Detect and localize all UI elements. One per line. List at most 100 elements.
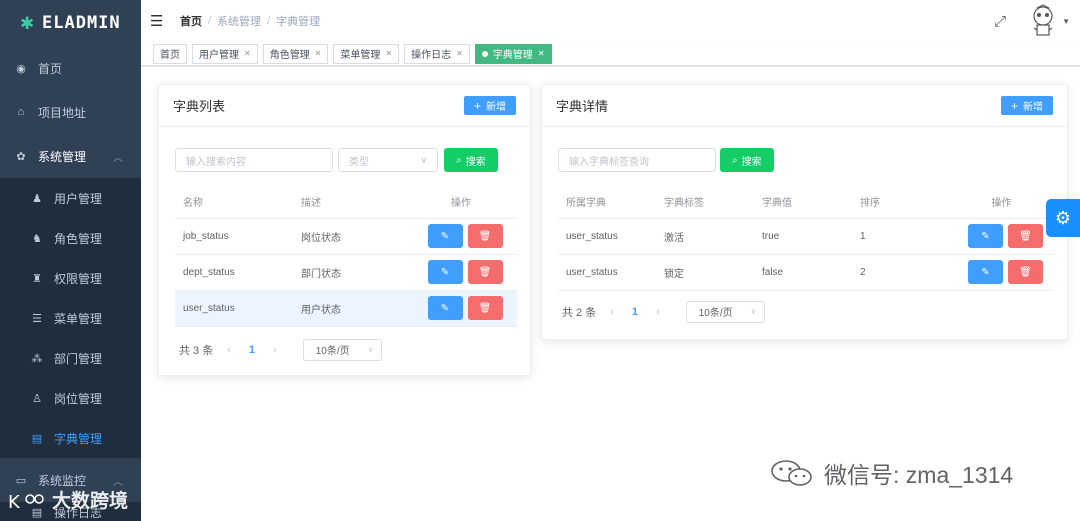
- column-header: 排序: [852, 186, 950, 219]
- settings-button[interactable]: ⚙: [1046, 199, 1080, 237]
- breadcrumb-item[interactable]: 首页: [180, 13, 202, 29]
- add-dict-button[interactable]: + 新增: [463, 96, 516, 115]
- sidebar-item-menus[interactable]: ☰ 菜单管理: [0, 298, 141, 338]
- sidebar-item-system[interactable]: ✿ 系统管理 ︿: [0, 134, 141, 178]
- sidebar-item-home[interactable]: ◉ 首页: [0, 46, 141, 90]
- prev-page-icon[interactable]: ‹: [610, 306, 614, 318]
- search-icon: ⌕: [456, 154, 462, 166]
- table-row[interactable]: user_status 激活 true 1 ✎ 🗑: [558, 218, 1053, 255]
- tag-label: 菜单管理: [340, 50, 381, 61]
- tag-users[interactable]: 用户管理 ✕: [192, 43, 258, 64]
- edit-button[interactable]: ✎: [427, 224, 463, 248]
- next-page-icon[interactable]: ›: [273, 344, 277, 356]
- add-detail-button[interactable]: + 新增: [1000, 96, 1053, 115]
- dict-list-card: 字典列表 + 新增 输入搜索内容 类型 ∨ ⌕ 搜索 名称 描述 操作 job_…: [158, 84, 531, 376]
- search-button[interactable]: ⌕ 搜索: [720, 148, 774, 172]
- type-placeholder: 类型: [349, 156, 369, 168]
- cell-value: true: [754, 218, 852, 255]
- gear-icon: ⚙: [1054, 207, 1072, 228]
- hamburger-icon[interactable]: ☰: [150, 12, 166, 30]
- search-input[interactable]: 输入搜索内容: [175, 148, 333, 172]
- avatar[interactable]: [1028, 4, 1058, 38]
- cell-ops: ✎ 🗑: [405, 218, 517, 255]
- tag-menus[interactable]: 菜单管理 ✕: [333, 43, 400, 64]
- tag-label: 角色管理: [269, 50, 310, 61]
- menu-icon: ☰: [32, 312, 42, 325]
- edit-button[interactable]: ✎: [968, 260, 1003, 284]
- sidebar-item-project[interactable]: ⌂ 项目地址: [0, 90, 141, 134]
- current-page[interactable]: 1: [249, 344, 255, 356]
- close-icon[interactable]: ✕: [244, 49, 251, 58]
- card-header: 字典列表 + 新增: [159, 85, 530, 127]
- cell-label: 激活: [656, 218, 754, 255]
- label-search-input[interactable]: 输入字典标签查询: [558, 148, 716, 172]
- close-icon[interactable]: ✕: [456, 49, 463, 58]
- table-row[interactable]: user_status 锁定 false 2 ✎ 🗑: [558, 254, 1053, 291]
- tag-log[interactable]: 操作日志 ✕: [404, 43, 470, 64]
- tag-home[interactable]: 首页: [153, 43, 187, 64]
- caret-down-icon[interactable]: ▼: [1062, 17, 1070, 26]
- sidebar-item-depts[interactable]: ⁂ 部门管理: [0, 338, 141, 378]
- column-header: 字典标签: [656, 186, 754, 219]
- sidebar-item-label: 项目地址: [38, 105, 87, 120]
- edit-button[interactable]: ✎: [427, 260, 463, 284]
- column-header: 字典值: [754, 186, 852, 219]
- tags-view: 首页 用户管理 ✕ 角色管理 ✕ 菜单管理 ✕ 操作日志 ✕ 字典管理 ✕: [141, 42, 1080, 66]
- cell-ops: ✎ 🗑: [950, 254, 1053, 291]
- tag-dictionary[interactable]: 字典管理 ✕: [474, 43, 552, 64]
- edit-button[interactable]: ✎: [968, 224, 1003, 248]
- pagination: 共 2 条 ‹ 1 › 10条/页 ∨: [562, 300, 1067, 323]
- chevron-up-icon: ︿: [113, 152, 123, 164]
- cell-ops: ✎ 🗑: [950, 218, 1053, 255]
- sidebar-item-dictionary[interactable]: ▤ 字典管理: [0, 418, 141, 458]
- table-row[interactable]: user_status 用户状态 ✎ 🗑: [175, 290, 517, 327]
- table-header: 所属字典 字典标签 字典值 排序 操作: [558, 186, 1053, 219]
- delete-button[interactable]: 🗑: [1008, 224, 1043, 248]
- sidebar-item-label: 部门管理: [54, 351, 103, 366]
- sidebar-item-label: 字典管理: [54, 431, 103, 446]
- cell-dict: user_status: [558, 254, 656, 291]
- delete-button[interactable]: 🗑: [467, 224, 503, 248]
- breadcrumb-separator: /: [267, 15, 271, 27]
- sidebar-item-permissions[interactable]: ♜ 权限管理: [0, 258, 141, 298]
- close-icon[interactable]: ✕: [538, 49, 545, 58]
- sidebar-item-roles[interactable]: ♞ 角色管理: [0, 218, 141, 258]
- sidebar-item-users[interactable]: ♟ 用户管理: [0, 178, 141, 218]
- delete-button[interactable]: 🗑: [467, 296, 503, 320]
- github-icon: ⌂: [17, 106, 25, 118]
- breadcrumb-item: 系统管理: [217, 16, 262, 28]
- wechat-id: 微信号: zma_1314: [824, 462, 1014, 488]
- permission-icon: ♜: [32, 272, 42, 285]
- page-size-select[interactable]: 10条/页 ∨: [685, 300, 766, 323]
- breadcrumb-item: 字典管理: [276, 16, 321, 28]
- close-icon[interactable]: ✕: [385, 49, 392, 58]
- delete-button[interactable]: 🗑: [1008, 260, 1043, 284]
- tag-label: 首页: [160, 50, 180, 61]
- type-select[interactable]: 类型 ∨: [338, 148, 438, 172]
- sidebar-item-jobs[interactable]: ♙ 岗位管理: [0, 378, 141, 418]
- table-row[interactable]: dept_status 部门状态 ✎ 🗑: [175, 254, 517, 291]
- edit-button[interactable]: ✎: [427, 296, 463, 320]
- card-title: 字典列表: [173, 99, 226, 114]
- prev-page-icon[interactable]: ‹: [227, 344, 231, 356]
- close-icon[interactable]: ✕: [315, 49, 322, 58]
- chevron-down-icon: ∨: [367, 345, 374, 354]
- search-placeholder: 输入搜索内容: [186, 156, 246, 168]
- tag-label: 操作日志: [411, 50, 452, 61]
- page-size-label: 10条/页: [315, 346, 350, 357]
- column-header: 名称: [175, 186, 293, 219]
- chevron-down-icon: ∨: [420, 154, 427, 165]
- monitor-icon: ▭: [15, 474, 27, 487]
- fullscreen-icon[interactable]: ⤢: [994, 13, 1006, 30]
- logo[interactable]: ✱ ELADMIN: [0, 0, 141, 46]
- table-row[interactable]: job_status 岗位状态 ✎ 🗑: [175, 218, 517, 255]
- wechat-watermark: 微信号: zma_1314: [768, 456, 1013, 490]
- delete-button[interactable]: 🗑: [467, 260, 503, 284]
- card-header: 字典详情 + 新增: [542, 85, 1067, 127]
- page-size-select[interactable]: 10条/页 ∨: [302, 338, 383, 361]
- current-page[interactable]: 1: [632, 306, 638, 318]
- gear-icon: ✿: [16, 150, 26, 163]
- search-button[interactable]: ⌕ 搜索: [444, 148, 498, 172]
- next-page-icon[interactable]: ›: [656, 306, 660, 318]
- tag-roles[interactable]: 角色管理 ✕: [262, 43, 329, 64]
